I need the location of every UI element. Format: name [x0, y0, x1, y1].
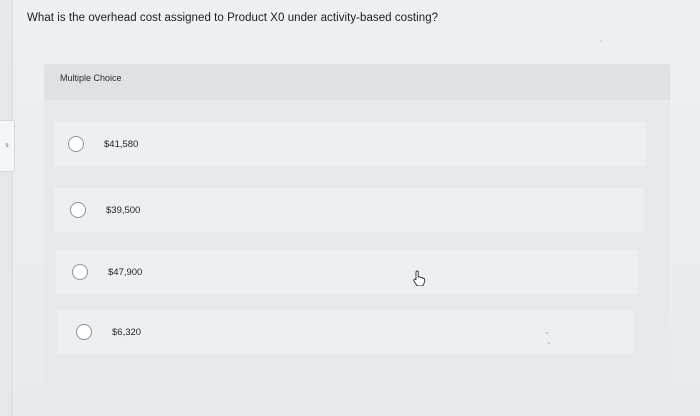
background-speck [546, 332, 548, 334]
choice-option-label: $41,580 [104, 138, 139, 150]
radio-unselected-icon[interactable] [70, 202, 86, 218]
multiple-choice-title: Multiple Choice [60, 73, 122, 83]
radio-unselected-icon[interactable] [76, 324, 92, 340]
left-side-rail [0, 0, 13, 416]
side-tab[interactable]: s [0, 120, 15, 172]
choice-option-label: $6,320 [112, 326, 142, 338]
quiz-page: s What is the overhead cost assigned to … [0, 0, 700, 416]
question-text: What is the overhead cost assigned to Pr… [27, 12, 439, 24]
background-speck [548, 342, 550, 344]
choice-option-label: $47,900 [108, 266, 143, 278]
choice-option-2[interactable]: $39,500 [54, 188, 644, 232]
radio-unselected-icon[interactable] [68, 136, 84, 152]
radio-unselected-icon[interactable] [72, 264, 88, 280]
background-speck [600, 40, 602, 42]
hand-pointer-icon [413, 270, 426, 286]
choice-option-1[interactable]: $41,580 [54, 122, 646, 166]
side-tab-label: s [5, 143, 9, 149]
choice-option-label: $39,500 [106, 204, 141, 216]
choice-option-3[interactable]: $47,900 [56, 250, 638, 294]
multiple-choice-header: Multiple Choice [44, 64, 670, 100]
